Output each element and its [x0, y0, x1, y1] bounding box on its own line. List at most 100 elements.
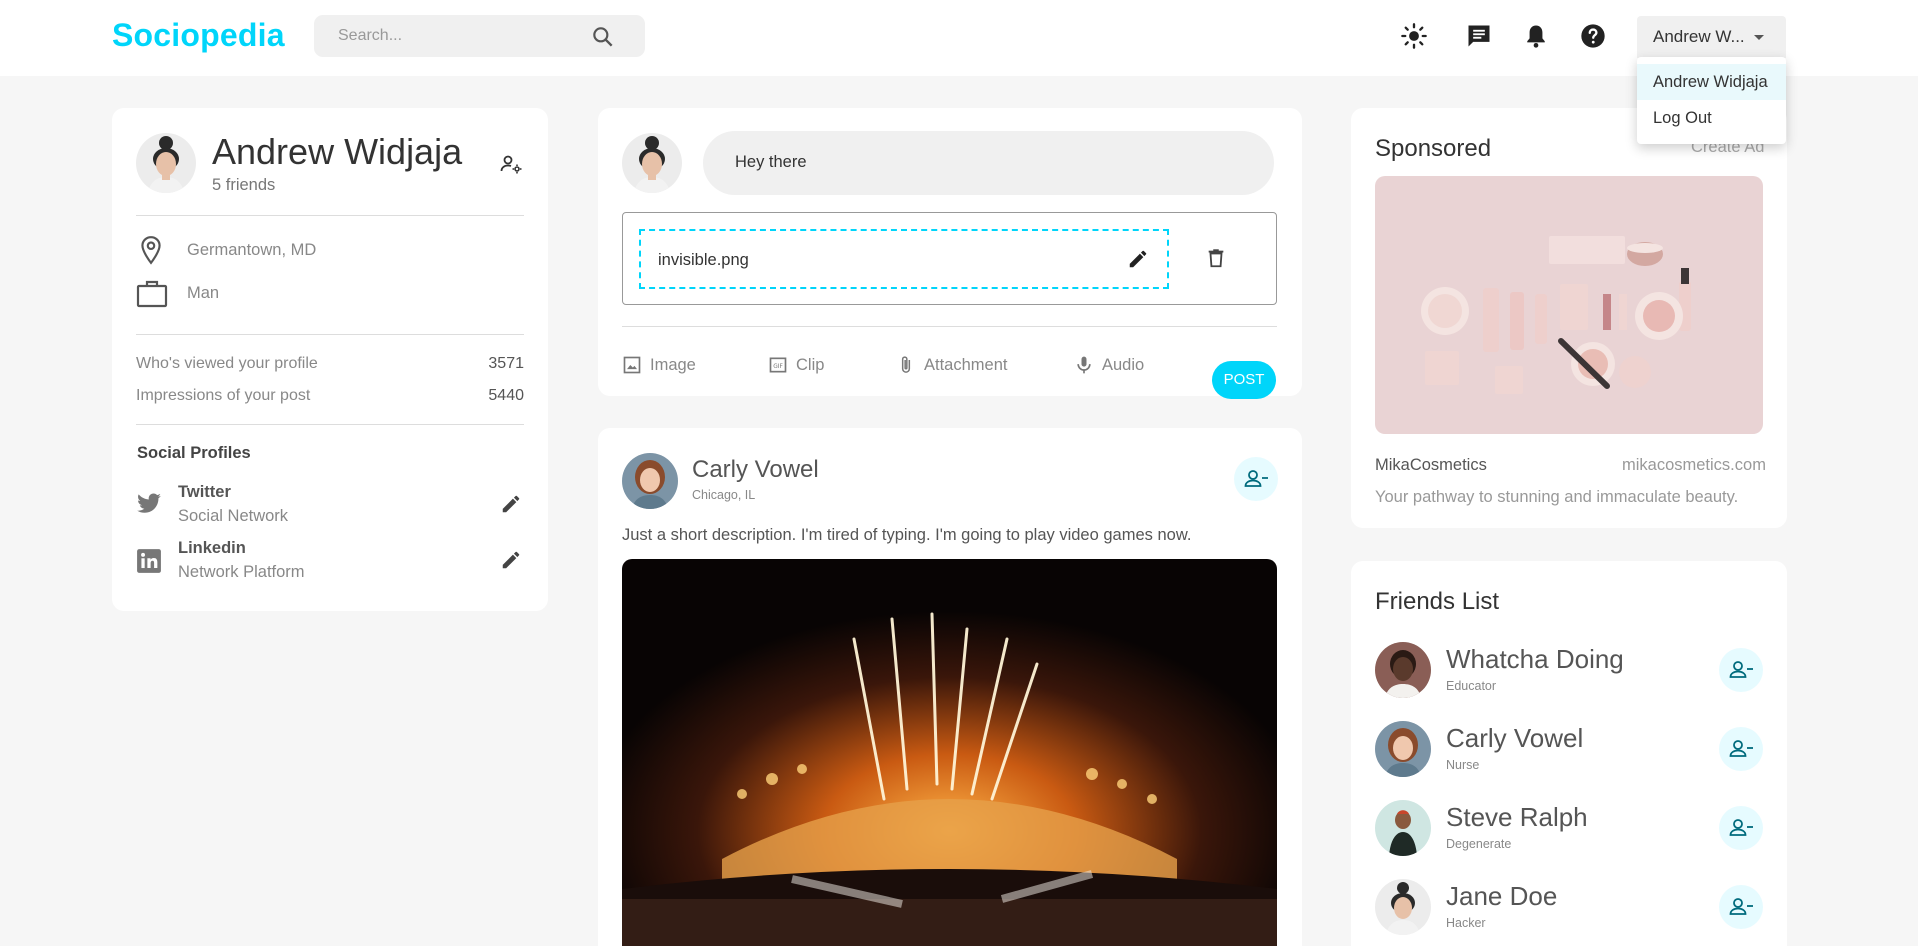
help-icon[interactable] — [1579, 22, 1607, 50]
friend-item: Carly Vowel Nurse — [1375, 721, 1763, 777]
chevron-down-icon — [1754, 35, 1764, 40]
cosmetics-image — [1375, 176, 1763, 434]
image-icon — [623, 356, 641, 374]
manage-accounts-icon[interactable] — [499, 152, 523, 176]
avatar[interactable] — [622, 453, 678, 509]
edit-icon[interactable] — [500, 549, 522, 571]
advert-widget: Sponsored Create Ad MikaCosmetics mikaco… — [1351, 108, 1787, 528]
mic-icon — [1077, 356, 1091, 374]
attachment-icon — [901, 356, 911, 373]
profile-name[interactable]: Andrew Widjaja — [212, 131, 462, 173]
friend-name[interactable]: Jane Doe — [1446, 881, 1557, 912]
menu-item-logout[interactable]: Log Out — [1637, 100, 1786, 136]
post-composer: Hey there invisible.png Image GIF Clip A… — [598, 108, 1302, 399]
feed-post: Carly Vowel Chicago, IL Just a short des… — [598, 428, 1302, 946]
ad-tagline: Your pathway to stunning and immaculate … — [1375, 488, 1739, 506]
friends-count: 5 friends — [212, 176, 276, 194]
search-icon[interactable] — [590, 24, 616, 50]
search-bar — [314, 15, 645, 57]
ad-title: Sponsored — [1375, 135, 1492, 162]
remove-friend-button[interactable] — [1719, 727, 1763, 771]
post-author-location: Chicago, IL — [692, 488, 756, 502]
avatar[interactable] — [622, 133, 682, 193]
menu-item-user[interactable]: Andrew Widjaja — [1637, 64, 1786, 100]
friends-list-title: Friends List — [1375, 588, 1500, 615]
ad-image[interactable] — [1375, 176, 1763, 434]
clip-action-label: Clip — [796, 355, 825, 374]
remove-friend-button[interactable] — [1719, 885, 1763, 929]
social-name-linkedin[interactable]: Linkedin — [178, 539, 246, 558]
divider — [136, 424, 524, 425]
friend-item: Steve Ralph Degenerate — [1375, 800, 1763, 856]
fireworks-concert-image — [622, 559, 1277, 946]
user-widget: Andrew Widjaja 5 friends Germantown, MD … — [112, 108, 548, 611]
logo[interactable]: Sociopedia — [112, 17, 285, 54]
stat-label-views: Who's viewed your profile — [136, 355, 318, 372]
image-action-label: Image — [650, 355, 696, 374]
friend-item: Whatcha Doing Educator — [1375, 642, 1763, 698]
social-sub-linkedin: Network Platform — [178, 563, 305, 581]
message-icon[interactable] — [1465, 22, 1493, 50]
avatar[interactable] — [1375, 642, 1431, 698]
avatar[interactable] — [1375, 800, 1431, 856]
friend-occupation: Educator — [1446, 679, 1497, 693]
post-input[interactable]: Hey there — [703, 131, 1274, 195]
stat-value-impressions: 5440 — [488, 387, 524, 404]
social-name-twitter[interactable]: Twitter — [178, 483, 231, 502]
edit-icon[interactable] — [500, 493, 522, 515]
post-author-name[interactable]: Carly Vowel — [692, 456, 819, 484]
image-dropzone[interactable]: invisible.png — [639, 229, 1169, 289]
avatar[interactable] — [1375, 879, 1431, 935]
light-mode-icon[interactable] — [1400, 22, 1428, 50]
ad-brand[interactable]: MikaCosmetics — [1375, 456, 1487, 475]
search-input[interactable] — [338, 27, 588, 45]
clip-action[interactable]: GIF Clip — [768, 352, 824, 378]
divider — [136, 334, 524, 335]
image-action[interactable]: Image — [622, 352, 696, 378]
stat-value-views: 3571 — [488, 355, 524, 372]
person-remove-icon — [1729, 898, 1753, 915]
post-image[interactable] — [622, 559, 1277, 946]
post-description: Just a short description. I'm tired of t… — [622, 526, 1192, 544]
work-icon — [136, 278, 168, 308]
post-button[interactable]: POST — [1212, 361, 1276, 399]
dropzone-container: invisible.png — [622, 212, 1277, 305]
attachment-action-label: Attachment — [924, 355, 1008, 374]
avatar[interactable] — [136, 133, 196, 193]
social-sub-twitter: Social Network — [178, 507, 289, 525]
occupation-text: Man — [187, 284, 220, 302]
social-profiles-heading: Social Profiles — [137, 444, 251, 462]
notifications-icon[interactable] — [1522, 22, 1550, 50]
avatar[interactable] — [1375, 721, 1431, 777]
audio-action[interactable]: Audio — [1074, 352, 1144, 378]
friend-name[interactable]: Steve Ralph — [1446, 802, 1588, 833]
friend-name[interactable]: Carly Vowel — [1446, 723, 1583, 754]
location-text: Germantown, MD — [187, 241, 317, 259]
audio-action-label: Audio — [1102, 355, 1145, 374]
person-remove-icon — [1729, 740, 1753, 757]
user-select-label: Andrew W... — [1653, 27, 1745, 46]
attachment-action[interactable]: Attachment — [896, 352, 1007, 378]
remove-friend-button[interactable] — [1719, 806, 1763, 850]
friend-name[interactable]: Whatcha Doing — [1446, 644, 1624, 675]
remove-friend-button[interactable] — [1234, 457, 1278, 501]
ad-url[interactable]: mikacosmetics.com — [1622, 456, 1766, 475]
divider — [622, 326, 1277, 327]
twitter-icon — [136, 493, 162, 515]
friend-occupation: Hacker — [1446, 916, 1486, 930]
remove-friend-button[interactable] — [1719, 648, 1763, 692]
person-remove-icon — [1244, 470, 1268, 487]
divider — [136, 215, 524, 216]
user-menu: Andrew Widjaja Log Out — [1637, 57, 1786, 144]
edit-icon[interactable] — [1127, 248, 1149, 270]
svg-text:GIF: GIF — [773, 364, 783, 370]
post-input-value: Hey there — [735, 153, 807, 171]
delete-icon[interactable] — [1205, 247, 1227, 269]
dropzone-file-name: invisible.png — [658, 251, 749, 269]
user-select[interactable]: Andrew W... — [1637, 16, 1786, 58]
stat-label-impressions: Impressions of your post — [136, 387, 311, 404]
person-remove-icon — [1729, 819, 1753, 836]
navbar: Sociopedia Andrew W... — [0, 0, 1918, 76]
location-icon — [138, 235, 164, 265]
friends-list-widget: Friends List Whatcha Doing Educator Carl… — [1351, 561, 1787, 946]
